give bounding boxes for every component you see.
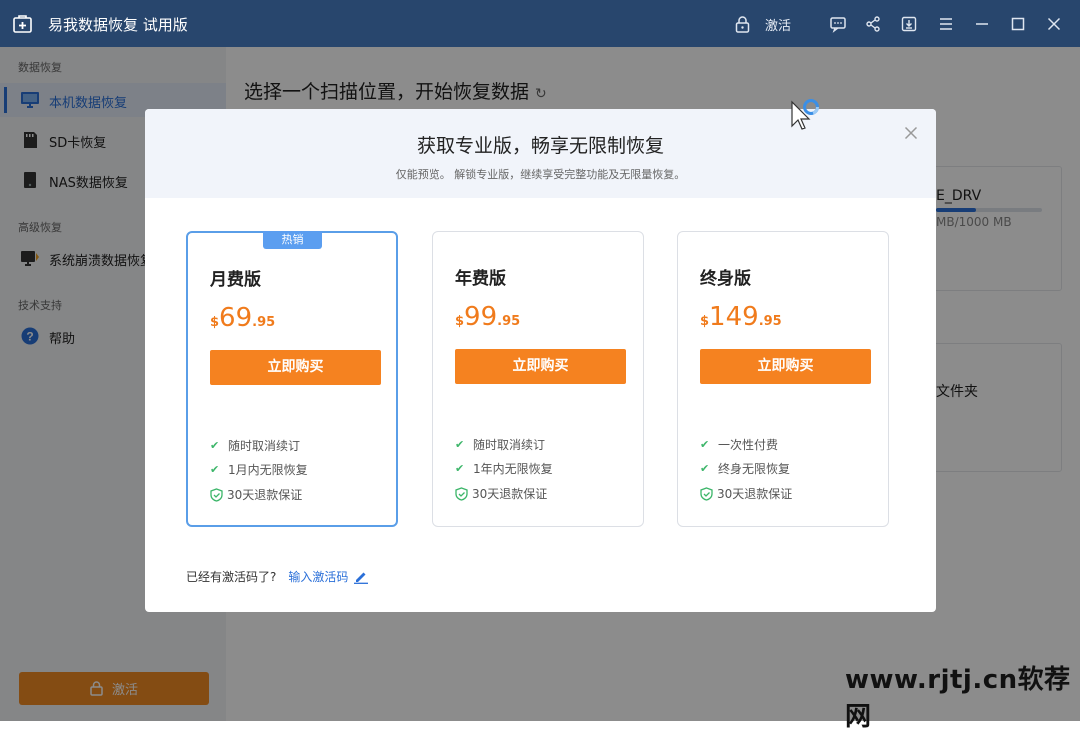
plan-price: $99.95	[455, 302, 521, 332]
plan-feature: ✔ 一次性付费	[700, 438, 779, 452]
plan-price: $69.95	[210, 303, 276, 333]
plan-card-yearly[interactable]: 年费版 $99.95 立即购买 ✔ 随时取消续订 ✔ 1年内无限恢复 30天退款保证	[432, 231, 644, 527]
edit-pencil-icon[interactable]	[353, 569, 369, 584]
plan-feature: ✔ 随时取消续订	[210, 439, 301, 453]
close-icon	[1047, 17, 1061, 31]
title-bar: 易我数据恢复 试用版 激活	[0, 0, 1080, 47]
mouse-cursor-icon	[791, 99, 819, 130]
download-icon	[901, 16, 917, 32]
buy-now-button[interactable]: 立即购买	[700, 349, 871, 384]
shield-check-icon	[455, 486, 468, 501]
chat-icon	[830, 17, 846, 33]
plan-feature: ✔ 随时取消续订	[455, 438, 546, 452]
check-icon: ✔	[210, 463, 220, 476]
app-title: 易我数据恢复 试用版	[48, 16, 188, 34]
share-button[interactable]	[864, 15, 882, 33]
close-icon[interactable]	[904, 126, 918, 140]
plan-name: 年费版	[455, 269, 506, 289]
close-window-button[interactable]	[1045, 15, 1063, 33]
minimize-button[interactable]	[973, 15, 991, 33]
upgrade-modal: 获取专业版，畅享无限制恢复 仅能预览。 解锁专业版，继续享受完整功能及无限量恢复…	[145, 109, 936, 612]
app-logo-icon	[13, 15, 32, 33]
check-icon: ✔	[210, 439, 220, 452]
feedback-button[interactable]	[829, 15, 847, 33]
buy-now-button[interactable]: 立即购买	[210, 350, 381, 385]
check-icon: ✔	[700, 462, 710, 475]
hot-badge: 热销	[263, 231, 322, 249]
menu-button[interactable]	[937, 15, 955, 33]
modal-subtitle: 仅能预览。 解锁专业版，继续享受完整功能及无限量恢复。	[395, 168, 686, 181]
lock-icon	[735, 15, 750, 33]
enter-code-link[interactable]: 输入激活码	[288, 568, 348, 585]
hamburger-menu-icon	[940, 18, 952, 30]
shield-check-icon	[210, 487, 223, 502]
plan-name: 月费版	[210, 270, 261, 290]
check-icon: ✔	[455, 462, 465, 475]
plan-card-lifetime[interactable]: 终身版 $149.95 立即购买 ✔ 一次性付费 ✔ 终身无限恢复 30天退款保证	[677, 231, 889, 527]
watermark-text: www.rjtj.cn软荐网	[845, 665, 1071, 732]
plan-feature: ✔ 1年内无限恢复	[455, 462, 553, 476]
maximize-icon	[1011, 17, 1025, 31]
minimize-icon	[976, 23, 988, 25]
activate-top-label: 激活	[765, 18, 792, 34]
check-icon: ✔	[700, 438, 710, 451]
plan-card-monthly[interactable]: 月费版 $69.95 立即购买 ✔ 随时取消续订 ✔ 1月内无限恢复 30天退款保证	[186, 231, 398, 527]
plan-feature: 30天退款保证	[455, 485, 547, 502]
redeem-row: 已经有激活码了? 输入激活码	[186, 568, 369, 585]
plan-feature: 30天退款保证	[210, 486, 302, 503]
download-button[interactable]	[900, 15, 918, 33]
redeem-prompt: 已经有激活码了?	[186, 570, 277, 584]
check-icon: ✔	[455, 438, 465, 451]
plan-feature: ✔ 终身无限恢复	[700, 462, 791, 476]
activate-top-button[interactable]: 激活	[735, 14, 791, 34]
buy-now-button[interactable]: 立即购买	[455, 349, 626, 384]
plan-feature: ✔ 1月内无限恢复	[210, 463, 308, 477]
maximize-button[interactable]	[1009, 15, 1027, 33]
plan-price: $149.95	[700, 302, 782, 332]
share-icon	[866, 16, 880, 32]
shield-check-icon	[700, 486, 713, 501]
plan-feature: 30天退款保证	[700, 485, 792, 502]
plan-name: 终身版	[700, 269, 751, 289]
